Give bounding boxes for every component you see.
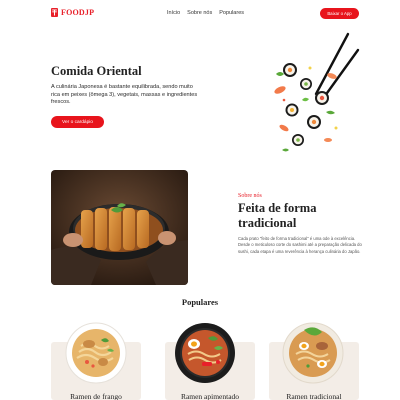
navbar: FOODJP Início Sobre nós Populares Baixar… <box>0 0 400 28</box>
view-menu-button[interactable]: Ver o cardápio <box>51 116 104 128</box>
spicy-ramen-icon <box>175 323 235 383</box>
about-description: Cada prato "feito de forma tradicional" … <box>238 236 362 254</box>
brand-name: FOODJP <box>61 8 95 17</box>
download-app-button[interactable]: Baixar o App <box>320 8 359 19</box>
brand-logo[interactable]: FOODJP <box>51 8 94 17</box>
flying-sushi-icon <box>274 32 360 152</box>
popular-title: Populares <box>181 297 219 307</box>
popular-item-name: Ramen apimentado <box>180 392 240 400</box>
traditional-ramen-icon <box>282 322 344 384</box>
hero-title: Comida Oriental <box>51 64 142 78</box>
hero-description: A culinária Japonesa é bastante equilibr… <box>51 84 198 106</box>
popular-item-name: Ramen de frango <box>70 392 122 400</box>
about-title: Feita de forma tradicional <box>238 201 317 230</box>
nav-link-populares[interactable]: Populares <box>219 10 244 16</box>
about-kicker: Sobre nós <box>238 193 262 199</box>
popular-item-name: Ramen tradicional <box>286 392 342 400</box>
logo-icon <box>51 8 58 17</box>
nav-link-sobre-nos[interactable]: Sobre nós <box>187 10 212 16</box>
nav-links: Início Sobre nós Populares <box>167 10 244 16</box>
katsu-bowl-icon <box>51 170 188 285</box>
nav-link-inicio[interactable]: Início <box>167 10 180 16</box>
about-photo <box>51 170 188 285</box>
chicken-ramen-icon <box>65 322 127 384</box>
